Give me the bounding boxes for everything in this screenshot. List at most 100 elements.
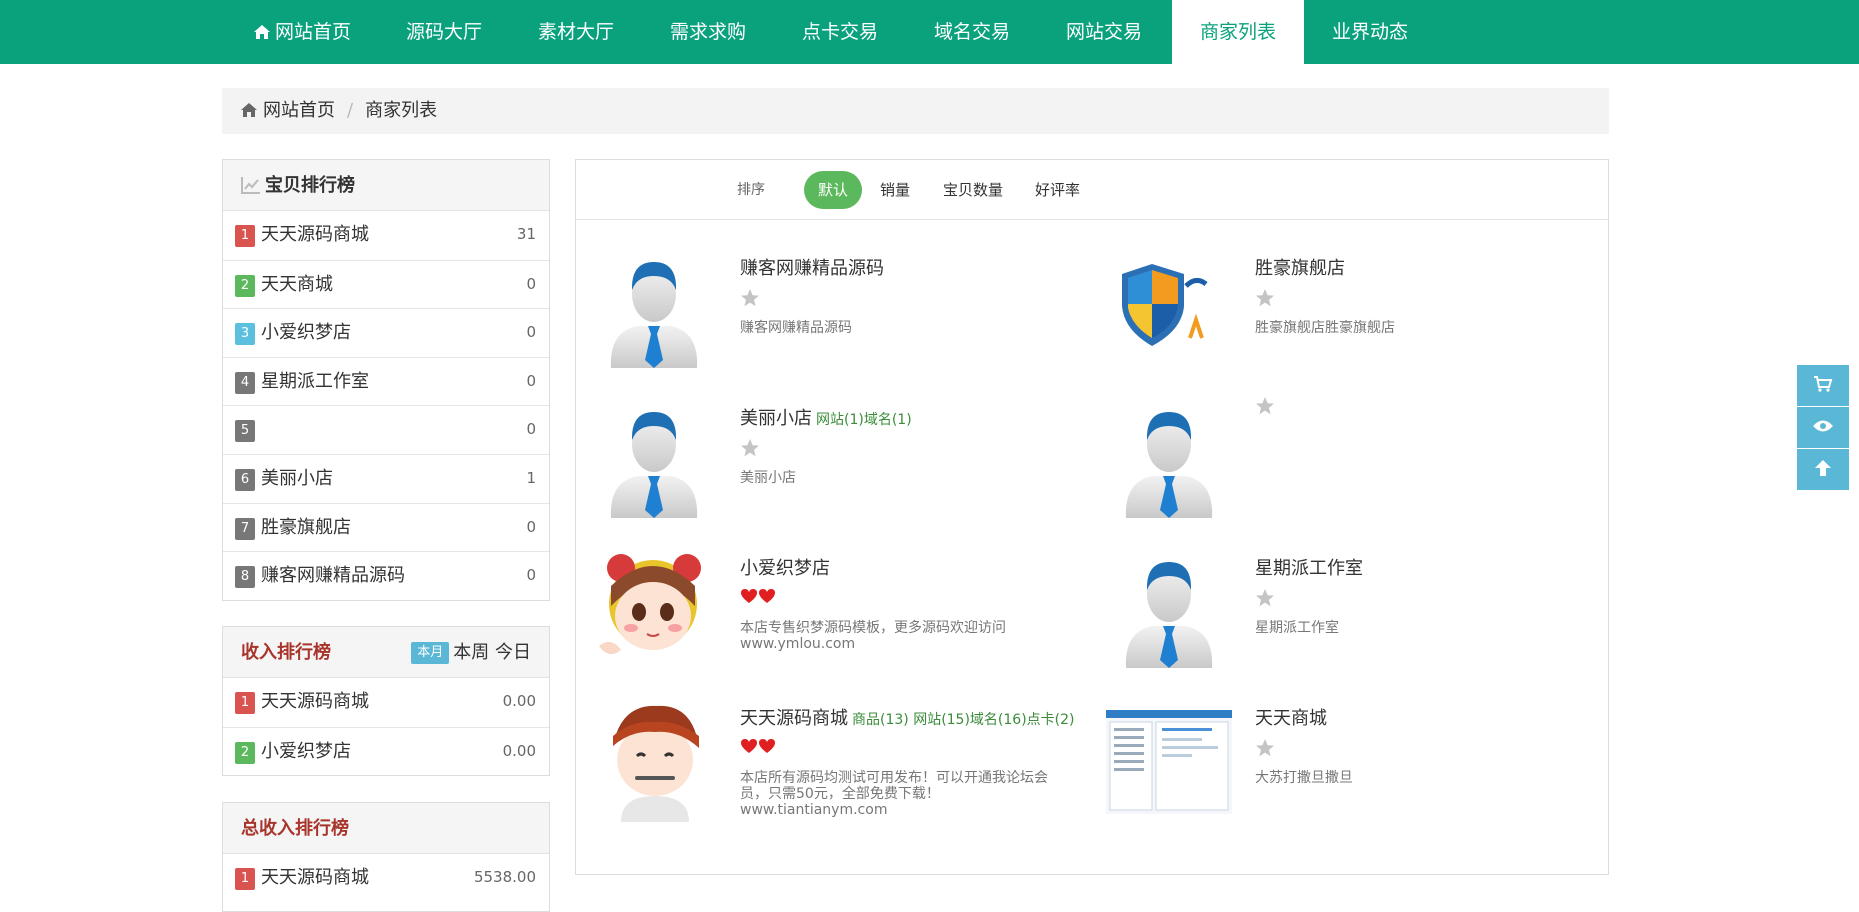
star-icon	[1255, 397, 1275, 420]
sort-sales-button[interactable]: 销量	[880, 171, 910, 209]
rank-row[interactable]: 7 胜豪旗舰店 0	[223, 502, 549, 552]
shop-rating	[1255, 288, 1275, 310]
breadcrumb: 网站首页 / 商家列表	[222, 88, 1609, 134]
total-income-rank-panel: 总收入排行榜 1 天天源码商城 5538.00	[222, 802, 550, 912]
shop-name-link[interactable]: 小爱织梦店	[740, 554, 834, 580]
rank-value: 0	[526, 274, 536, 293]
rank-row[interactable]: 3 小爱织梦店 0	[223, 308, 549, 357]
eye-icon	[1812, 418, 1834, 437]
rank-row[interactable]: 1 天天源码商城 5538.00	[223, 854, 549, 903]
sort-count-button[interactable]: 宝贝数量	[943, 171, 1003, 209]
shop-list-area: 排序 默认 销量 宝贝数量 好评率 赚客网赚精品源码 赚客网赚精品源码 胜豪旗舰店胜…	[575, 159, 1609, 875]
shop-avatar[interactable]	[1106, 246, 1232, 372]
shop-name-link[interactable]: 赚客网赚精品源码	[261, 552, 405, 600]
shop-tags: 网站(1)域名(1)	[816, 412, 912, 428]
shop-card[interactable]: 胜豪旗舰店 胜豪旗舰店胜豪旗舰店	[1106, 246, 1606, 376]
shop-name-link[interactable]: 赚客网赚精品源码	[740, 254, 888, 280]
shop-name-link[interactable]: 胜豪旗舰店	[1255, 254, 1349, 280]
nav-item-news[interactable]: 业界动态	[1320, 0, 1420, 64]
shop-name-link[interactable]: 小爱织梦店	[261, 309, 351, 357]
nav-item-material[interactable]: 素材大厅	[526, 0, 626, 64]
rank-badge: 3	[235, 323, 255, 346]
top-nav: 网站首页 源码大厅 素材大厅 需求求购 点卡交易 域名交易 网站交易 商家列表 …	[0, 0, 1859, 64]
nav-item-domain[interactable]: 域名交易	[922, 0, 1022, 64]
shop-rating	[1255, 396, 1275, 418]
rank-badge: 1	[235, 692, 255, 714]
nav-item-demand[interactable]: 需求求购	[658, 0, 758, 64]
rank-badge: 1	[235, 868, 255, 890]
sort-rating-button[interactable]: 好评率	[1035, 171, 1080, 209]
rank-value: 0	[526, 371, 536, 390]
rank-row[interactable]: 4 星期派工作室 0	[223, 356, 549, 406]
shop-name-link[interactable]: 小爱织梦店	[261, 728, 351, 776]
rank-row[interactable]: 2 天天商城 0	[223, 259, 549, 309]
shop-avatar[interactable]	[591, 396, 717, 522]
rank-row[interactable]: 2 小爱织梦店 0.00	[223, 726, 549, 776]
breadcrumb-home-link[interactable]: 网站首页	[263, 100, 335, 121]
shop-card[interactable]: 天天商城大苏打撒旦撒旦	[1106, 696, 1606, 826]
shop-name-link[interactable]: 星期派工作室	[261, 358, 369, 406]
shop-avatar[interactable]	[591, 546, 717, 672]
rank-row[interactable]: 1 天天源码商城 31	[223, 211, 549, 260]
nav-item-merchants[interactable]: 商家列表	[1172, 0, 1304, 64]
shop-name-link[interactable]: 星期派工作室	[1255, 554, 1367, 580]
shop-avatar[interactable]	[1106, 696, 1232, 822]
rank-badge: 5	[235, 420, 255, 443]
star-icon	[740, 439, 760, 462]
shop-avatar[interactable]	[591, 246, 717, 372]
shop-name-link[interactable]: 美丽小店 网站(1)域名(1)	[740, 404, 912, 430]
nav-item-source[interactable]: 源码大厅	[394, 0, 494, 64]
shop-description: 赚客网赚精品源码	[740, 320, 852, 336]
shop-card[interactable]: 天天源码商城 商品(13) 网站(15)域名(16)点卡(2) 本店所有源码均测试可…	[591, 696, 1091, 826]
shop-name-link[interactable]: 天天商城	[1255, 704, 1331, 730]
shop-card[interactable]: 美丽小店 网站(1)域名(1) 美丽小店	[591, 396, 1091, 526]
rank-row[interactable]: 6 美丽小店 1	[223, 453, 549, 503]
cart-button[interactable]	[1797, 365, 1849, 406]
rank-value: 0	[526, 420, 536, 439]
nav-item-home[interactable]: 网站首页	[252, 0, 352, 64]
rank-badge: 7	[235, 517, 255, 540]
rank-badge: 1	[235, 225, 255, 247]
panel-title: 收入排行榜	[241, 642, 331, 663]
shop-card[interactable]: 赚客网赚精品源码 赚客网赚精品源码	[591, 246, 1091, 376]
shop-name-link[interactable]: 天天商城	[261, 261, 333, 309]
panel-header: 总收入排行榜	[223, 803, 549, 854]
shop-name-link[interactable]: 天天源码商城	[261, 678, 369, 726]
shop-name-link[interactable]: 天天源码商城 商品(13) 网站(15)域名(16)点卡(2)	[740, 704, 1075, 730]
shop-card[interactable]: 星期派工作室 星期派工作室	[1106, 546, 1606, 676]
shop-description: 本店专售织梦源码模板，更多源码欢迎访问www.ymlou.com	[740, 620, 1006, 652]
period-today-button[interactable]: 今日	[495, 642, 531, 663]
rank-row[interactable]: 50	[223, 405, 549, 454]
shop-description: 本店所有源码均测试可用发布！可以开通我论坛会员，只需50元，全部免费下载！www…	[740, 770, 1048, 818]
nav-item-website[interactable]: 网站交易	[1054, 0, 1154, 64]
shop-name-link[interactable]: 天天源码商城	[261, 211, 369, 259]
view-history-button[interactable]	[1797, 407, 1849, 448]
shop-description: 胜豪旗舰店胜豪旗舰店	[1255, 320, 1395, 336]
shop-rating	[740, 288, 760, 310]
sort-default-button[interactable]: 默认	[804, 171, 863, 209]
period-month-button[interactable]: 本月	[411, 642, 450, 664]
back-to-top-button[interactable]	[1797, 449, 1849, 490]
period-week-button[interactable]: 本周	[453, 642, 489, 663]
shop-card[interactable]	[1106, 396, 1606, 526]
shop-description: 大苏打撒旦撒旦	[1255, 770, 1353, 786]
rank-value: 1	[526, 468, 536, 487]
breadcrumb-current: 商家列表	[365, 100, 438, 121]
heart-icon	[758, 739, 776, 758]
rank-value: 0.00	[502, 692, 536, 710]
shop-name-link[interactable]: 胜豪旗舰店	[261, 504, 351, 552]
nav-item-card[interactable]: 点卡交易	[790, 0, 890, 64]
rank-row[interactable]: 8 赚客网赚精品源码 0	[223, 551, 549, 600]
rank-badge: 2	[235, 274, 255, 297]
shop-avatar[interactable]	[1106, 546, 1232, 672]
shop-avatar[interactable]	[591, 696, 717, 822]
shop-name-link[interactable]: 美丽小店	[261, 455, 333, 503]
rank-badge: 4	[235, 371, 255, 394]
heart-icon	[758, 589, 776, 608]
rank-value: 5538.00	[473, 868, 536, 886]
shop-card[interactable]: 小爱织梦店本店专售织梦源码模板，更多源码欢迎访问www.ymlou.com	[591, 546, 1091, 676]
shop-avatar[interactable]	[1106, 396, 1232, 522]
rank-row[interactable]: 1 天天源码商城 0.00	[223, 678, 549, 727]
rank-value: 0	[526, 517, 536, 536]
chart-icon	[241, 163, 261, 214]
